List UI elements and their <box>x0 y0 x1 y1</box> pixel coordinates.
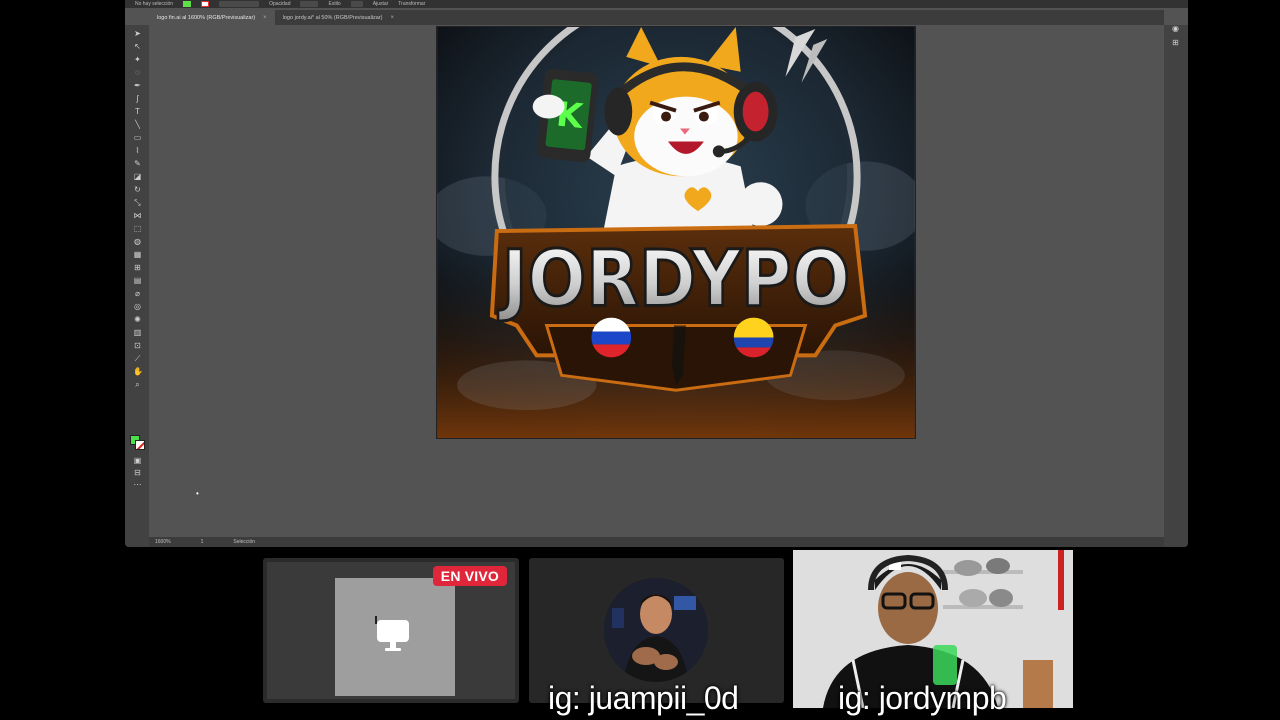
stroke-dropdown[interactable] <box>219 1 260 7</box>
eyedropper-icon[interactable]: ⌀ <box>133 290 142 298</box>
lasso-tool-icon[interactable]: ◌ <box>133 69 142 77</box>
screen-mode-icon[interactable]: ⊟ <box>133 469 142 477</box>
opacity-label[interactable]: Opacidad <box>269 1 290 7</box>
logo-artwork: K JORDYPO <box>437 27 915 438</box>
style-swatch[interactable] <box>350 1 363 7</box>
paintbrush-tool-icon[interactable]: ⌇ <box>133 147 142 155</box>
status-bar: 1600% 1 Selección <box>149 537 1164 547</box>
document-tabs: logo fin.ai al 1600% (RGB/Previsualizar)… <box>149 10 1164 25</box>
shaper-tool-icon[interactable]: ✎ <box>133 160 142 168</box>
direct-selection-tool-icon[interactable]: ↖ <box>133 43 142 51</box>
guest-photo <box>604 578 708 682</box>
blend-tool-icon[interactable]: ◎ <box>133 303 142 311</box>
type-tool-icon[interactable]: T <box>133 108 142 116</box>
rectangle-tool-icon[interactable]: ▭ <box>133 134 142 142</box>
hand-tool-icon[interactable]: ✋ <box>133 368 143 376</box>
gradient-tool-icon[interactable]: ▤ <box>133 277 142 285</box>
zoom-level[interactable]: 1600% <box>155 539 171 545</box>
tab-label: logo fin.ai al 1600% (RGB/Previsualizar) <box>157 14 256 21</box>
free-transform-icon[interactable]: ⬚ <box>133 225 142 233</box>
align-label[interactable]: Ajustar <box>373 1 389 7</box>
logo-title-text: JORDYPO <box>497 235 850 325</box>
curvature-tool-icon[interactable]: ∫ <box>133 95 142 103</box>
tab-logo-fin[interactable]: logo fin.ai al 1600% (RGB/Previsualizar)… <box>149 10 275 25</box>
panels-dock: ◉ ⊞ <box>1164 25 1188 547</box>
properties-panel-icon[interactable]: ◉ <box>1171 25 1180 33</box>
shape-builder-icon[interactable]: ◍ <box>133 238 142 246</box>
current-tool: Selección <box>233 539 256 545</box>
tab-label: logo jordy.ai* al 50% (RGB/Previsualizar… <box>282 14 383 21</box>
guest-instagram-handle: ig: juampii_0d <box>548 680 739 716</box>
tools-panel: ➤ ↖ ✦ ◌ ✒ ∫ T ╲ ▭ ⌇ ✎ ◪ ↻ ⤡ ⋈ ⬚ ◍ ▦ ⊞ ▤ … <box>125 25 149 547</box>
close-icon[interactable]: × <box>391 15 395 21</box>
tab-logo-jordy[interactable]: logo jordy.ai* al 50% (RGB/Previsualizar… <box>275 10 402 25</box>
perspective-grid-icon[interactable]: ▦ <box>133 251 142 259</box>
artboard-tool-icon[interactable]: ⊡ <box>133 342 142 350</box>
width-tool-icon[interactable]: ⋈ <box>133 212 142 220</box>
rotate-tool-icon[interactable]: ↻ <box>133 186 142 194</box>
guest-avatar <box>604 578 708 682</box>
live-badge: EN VIVO <box>432 566 507 586</box>
graph-tool-icon[interactable]: ▥ <box>133 329 142 337</box>
stroke-swatch-small[interactable] <box>201 1 210 7</box>
line-tool-icon[interactable]: ╲ <box>133 121 142 129</box>
fill-swatch-small[interactable] <box>183 1 192 7</box>
style-label[interactable]: Estilo <box>328 1 340 7</box>
artboard-logo[interactable]: K JORDYPO <box>436 26 916 439</box>
mini-document <box>335 578 455 696</box>
monitor-icon <box>375 616 409 651</box>
layers-panel-icon[interactable]: ⊞ <box>1171 39 1180 47</box>
symbol-sprayer-icon[interactable]: ✺ <box>133 316 142 324</box>
eraser-tool-icon[interactable]: ◪ <box>133 173 142 181</box>
magic-wand-icon[interactable]: ✦ <box>133 56 142 64</box>
slice-tool-icon[interactable]: ⟋ <box>133 355 142 363</box>
selection-tool-icon[interactable]: ➤ <box>133 30 142 38</box>
transform-label[interactable]: Transformar <box>398 1 425 7</box>
scale-tool-icon[interactable]: ⤡ <box>133 199 142 207</box>
draw-mode-icon[interactable]: ▣ <box>133 457 142 465</box>
stroke-color-icon[interactable] <box>135 440 145 450</box>
artboard-number[interactable]: 1 <box>201 539 204 545</box>
mesh-tool-icon[interactable]: ⊞ <box>133 264 142 272</box>
screen-share-preview[interactable]: EN VIVO <box>263 558 519 703</box>
selection-status: No hay selección <box>135 1 174 7</box>
pen-tool-icon[interactable]: ✒ <box>133 82 142 90</box>
opacity-field[interactable] <box>300 1 319 7</box>
zoom-tool-icon[interactable]: ⌕ <box>133 381 142 389</box>
cursor-icon: • <box>196 489 199 498</box>
control-bar: No hay selección Opacidad Estilo Ajustar… <box>125 0 1188 8</box>
host-instagram-handle: ig: jordympb <box>838 680 1007 716</box>
more-tools-icon[interactable]: ⋯ <box>133 481 142 489</box>
close-icon[interactable]: × <box>263 15 267 21</box>
